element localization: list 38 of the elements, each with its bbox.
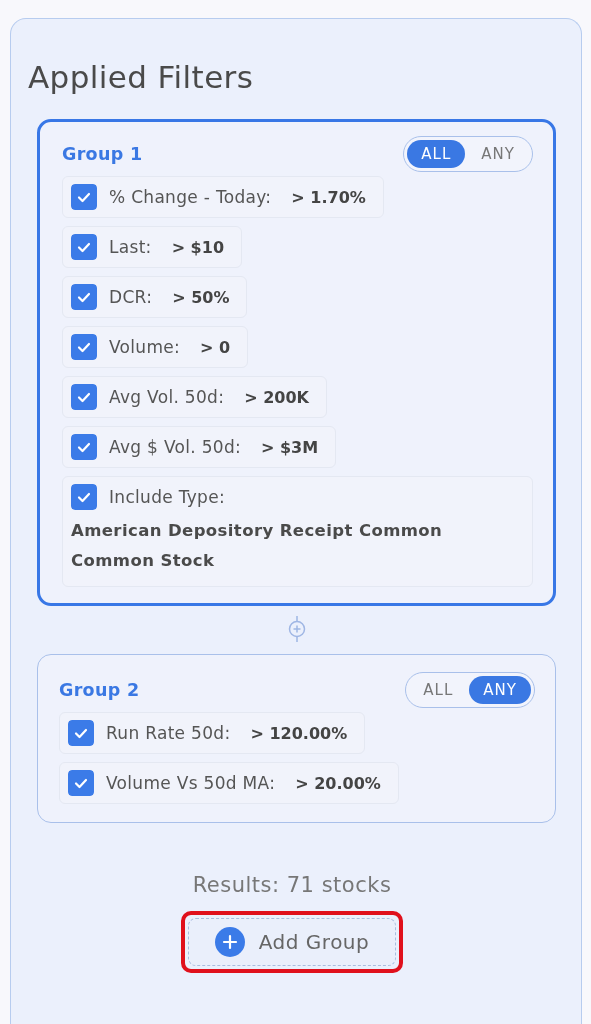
checkbox[interactable] xyxy=(68,720,94,746)
filter-value: > 20.00% xyxy=(295,773,381,793)
filter-label: Include Type: xyxy=(109,487,225,507)
filter-value: > $10 xyxy=(171,237,224,257)
filter-label: Avg $ Vol. 50d: xyxy=(109,437,241,457)
filter-value: > 1.70% xyxy=(291,187,366,207)
filter-label: DCR: xyxy=(109,287,153,307)
checkbox[interactable] xyxy=(71,384,97,410)
checkbox[interactable] xyxy=(71,334,97,360)
results-count: Results: 71 stocks xyxy=(192,873,392,897)
filter-value: > 0 xyxy=(200,337,231,357)
filter-value: > 50% xyxy=(172,287,230,307)
match-option[interactable]: ALL xyxy=(407,140,466,168)
add-group-button[interactable]: Add Group xyxy=(187,918,397,966)
panel-title: Applied Filters xyxy=(28,59,254,95)
filter-value: Common Stock xyxy=(71,550,216,572)
match-option[interactable]: ANY xyxy=(469,676,531,704)
filter-value: > 200K xyxy=(244,387,309,407)
filter-label: Volume: xyxy=(109,337,181,357)
checkbox[interactable] xyxy=(71,284,97,310)
filter-value: > 120.00% xyxy=(250,723,348,743)
filter-label: Run Rate 50d: xyxy=(106,723,231,743)
filter-value: American Depository Receipt Common xyxy=(71,520,444,542)
filter-label: Volume Vs 50d MA: xyxy=(106,773,276,793)
group-title: Group 2 xyxy=(59,680,140,700)
checkbox[interactable] xyxy=(71,184,97,210)
match-option[interactable]: ANY xyxy=(467,140,529,168)
match-option[interactable]: ALL xyxy=(409,676,468,704)
checkbox[interactable] xyxy=(71,484,97,510)
filter-label: % Change - Today: xyxy=(109,187,272,207)
checkbox[interactable] xyxy=(71,434,97,460)
filter-label: Last: xyxy=(109,237,152,257)
checkbox[interactable] xyxy=(71,234,97,260)
filter-value: > $3M xyxy=(261,437,319,457)
filter-label: Avg Vol. 50d: xyxy=(109,387,225,407)
group-title: Group 1 xyxy=(62,144,143,164)
plus-icon xyxy=(214,927,245,957)
checkbox[interactable] xyxy=(68,770,94,796)
